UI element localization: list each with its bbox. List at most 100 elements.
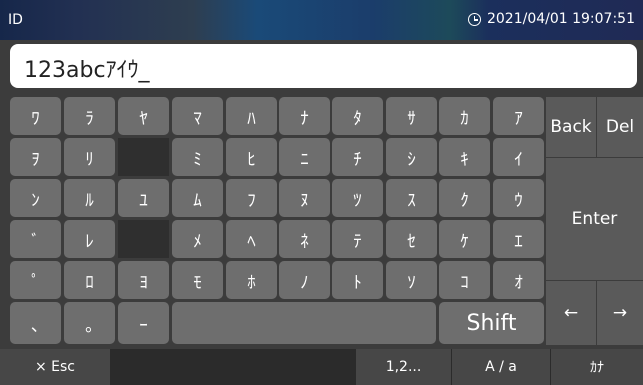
kana-label: ｶﾅ xyxy=(590,360,604,376)
kana-key[interactable]: ｻ xyxy=(386,97,437,135)
prolonged-sound-key[interactable]: ｰ xyxy=(118,302,169,344)
cursor-right-key[interactable]: → xyxy=(597,281,643,345)
kana-key-label: ﾄ xyxy=(353,272,362,293)
kana-key-label: ﾅ xyxy=(300,108,309,129)
clock-icon xyxy=(467,12,481,26)
kana-key[interactable]: ﾐ xyxy=(172,138,223,176)
kana-key-label: ｵ xyxy=(514,272,523,293)
kana-key[interactable]: ﾊ xyxy=(226,97,277,135)
esc-button[interactable]: × Esc xyxy=(0,349,110,385)
kana-key[interactable]: ｾ xyxy=(386,220,437,258)
kana-key[interactable]: ﾆ xyxy=(279,138,330,176)
kana-key-label: ｷ xyxy=(460,149,469,170)
kana-key[interactable]: ﾁ xyxy=(332,138,383,176)
kana-key[interactable]: ｱ xyxy=(493,97,544,135)
cursor-left-key[interactable]: ← xyxy=(546,281,596,345)
kana-key-label: ｼ xyxy=(407,149,416,170)
kana-key[interactable]: ｲ xyxy=(493,138,544,176)
bottom-spacer xyxy=(110,349,355,385)
kana-key[interactable]: ﾞ xyxy=(10,220,61,258)
kana-key-label: ﾗ xyxy=(85,108,94,129)
del-label: Del xyxy=(605,117,635,137)
numbers-label: 1,2... xyxy=(385,359,422,375)
kana-key-label: ｸ xyxy=(460,190,469,211)
kana-key[interactable]: ﾅ xyxy=(279,97,330,135)
text-input[interactable]: 123abcｱｲｳ_ xyxy=(10,44,637,88)
arrow-left-icon: ← xyxy=(563,303,579,323)
datetime-text: 2021/04/01 19:07:51 xyxy=(486,11,635,27)
case-toggle-button[interactable]: A / a xyxy=(452,349,550,385)
shift-key[interactable]: Shift xyxy=(439,302,544,344)
space-key[interactable] xyxy=(172,302,436,344)
kana-key[interactable]: ﾙ xyxy=(64,179,115,217)
kana-key[interactable]: ﾈ xyxy=(279,220,330,258)
kana-key[interactable]: ﾕ xyxy=(118,179,169,217)
kana-key[interactable]: ﾛ xyxy=(64,261,115,299)
kana-key[interactable]: ｺ xyxy=(439,261,490,299)
kana-key[interactable]: ﾟ xyxy=(10,261,61,299)
kana-key-label: ﾙ xyxy=(85,190,94,211)
kana-key[interactable]: ﾉ xyxy=(279,261,330,299)
comma-key[interactable]: ､ xyxy=(10,302,61,344)
kana-key[interactable]: ｵ xyxy=(493,261,544,299)
esc-label: × Esc xyxy=(34,359,76,375)
kana-key[interactable]: ﾍ xyxy=(226,220,277,258)
clock: 2021/04/01 19:07:51 xyxy=(467,11,635,27)
arrow-right-icon: → xyxy=(612,303,628,323)
kana-key-label: ﾘ xyxy=(85,149,94,170)
kana-key[interactable]: ﾘ xyxy=(64,138,115,176)
kana-key-label: ｹ xyxy=(460,231,469,252)
kana-key[interactable]: ｳ xyxy=(493,179,544,217)
kana-key-label: ﾒ xyxy=(193,231,202,252)
kana-key[interactable]: ﾑ xyxy=(172,179,223,217)
kana-key[interactable]: ﾌ xyxy=(226,179,277,217)
kana-key[interactable]: ｼ xyxy=(386,138,437,176)
kana-key-label: ｻ xyxy=(407,108,416,129)
kana-key-label: ﾐ xyxy=(193,149,202,170)
kana-key[interactable]: ﾄ xyxy=(332,261,383,299)
kana-key[interactable]: ｹ xyxy=(439,220,490,258)
kana-key[interactable]: ﾂ xyxy=(332,179,383,217)
kana-key-label: ﾕ xyxy=(139,190,148,211)
numbers-button[interactable]: 1,2... xyxy=(356,349,451,385)
kana-key[interactable]: ｿ xyxy=(386,261,437,299)
kana-key[interactable]: ﾔ xyxy=(118,97,169,135)
kana-key[interactable]: ﾒ xyxy=(172,220,223,258)
kana-key[interactable]: ﾃ xyxy=(332,220,383,258)
kana-key-label: ﾖ xyxy=(139,272,148,293)
kana-key-label: ｺ xyxy=(460,272,469,293)
kana-key-label: ﾇ xyxy=(300,190,309,211)
kana-key-label: ｿ xyxy=(407,272,416,293)
kana-key[interactable]: ｽ xyxy=(386,179,437,217)
kana-key-label: ｦ xyxy=(31,149,40,170)
empty-key-slot xyxy=(118,138,169,176)
del-key[interactable]: Del xyxy=(597,97,643,157)
kana-key-label: ﾛ xyxy=(85,272,94,293)
kana-key[interactable]: ｦ xyxy=(10,138,61,176)
kana-key[interactable]: ｷ xyxy=(439,138,490,176)
kana-key[interactable]: ﾝ xyxy=(10,179,61,217)
back-key[interactable]: Back xyxy=(546,97,596,157)
kana-key[interactable]: ｸ xyxy=(439,179,490,217)
kana-key-label: ﾍ xyxy=(247,231,256,252)
kana-key[interactable]: ﾇ xyxy=(279,179,330,217)
kana-key-label: ﾉ xyxy=(300,272,309,293)
kana-key-label: ﾂ xyxy=(353,190,362,211)
kana-key[interactable]: ﾋ xyxy=(226,138,277,176)
period-key[interactable]: ｡ xyxy=(64,302,115,344)
kana-key[interactable]: ﾓ xyxy=(172,261,223,299)
kana-key[interactable]: ﾀ xyxy=(332,97,383,135)
kana-key-label: ﾝ xyxy=(31,190,40,211)
kana-button[interactable]: ｶﾅ xyxy=(551,349,643,385)
enter-key[interactable]: Enter xyxy=(546,158,643,280)
kana-key[interactable]: ﾚ xyxy=(64,220,115,258)
kana-key[interactable]: ﾖ xyxy=(118,261,169,299)
kana-key[interactable]: ﾜ xyxy=(10,97,61,135)
header-bar: ID 2021/04/01 19:07:51 xyxy=(0,0,643,40)
kana-key[interactable]: ｶ xyxy=(439,97,490,135)
enter-label: Enter xyxy=(571,209,618,229)
kana-key[interactable]: ﾎ xyxy=(226,261,277,299)
kana-key[interactable]: ﾗ xyxy=(64,97,115,135)
kana-key[interactable]: ｴ xyxy=(493,220,544,258)
kana-key[interactable]: ﾏ xyxy=(172,97,223,135)
